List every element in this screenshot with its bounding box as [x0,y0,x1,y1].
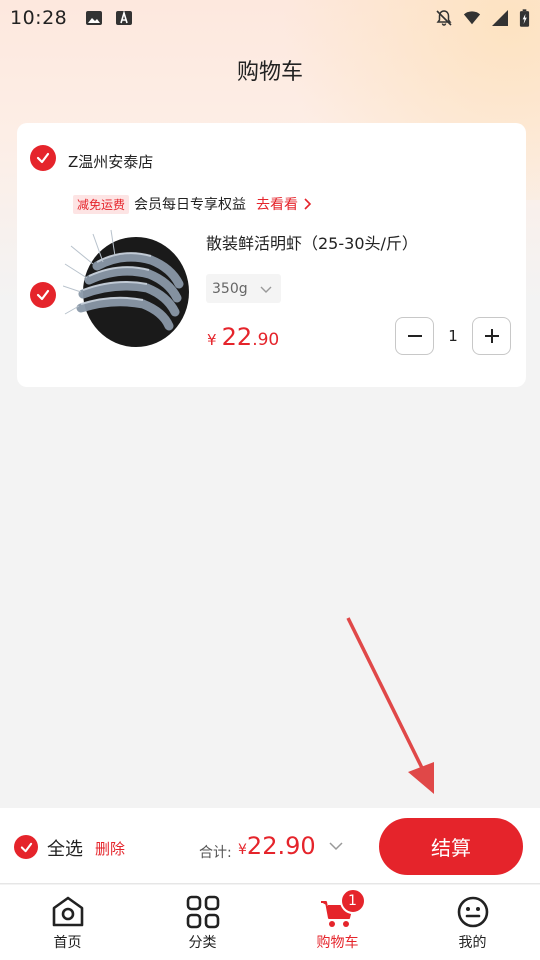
item-price: ¥ 22.90 [207,323,279,351]
checkmark-icon [20,842,32,852]
item-checkbox[interactable] [30,282,56,308]
tab-profile[interactable]: 我的 [405,885,540,960]
select-all-label[interactable]: 全选 [47,835,83,861]
status-bar: 10:28 [0,0,540,36]
price-decimal: .90 [252,330,280,350]
promo-badge: 减免运费 [73,194,130,214]
category-icon [186,895,219,929]
font-icon [116,10,133,25]
minus-icon [407,335,422,337]
spec-value: 350g [212,280,248,297]
price-integer: 22 [221,323,253,351]
cart-count-badge: 1 [339,888,366,914]
checkout-bar: 全选 删除 合计: ¥22.90 结算 [0,808,540,884]
quantity-decrease-button[interactable] [395,317,434,355]
tab-home[interactable]: 首页 [0,885,135,960]
tab-label: 分类 [188,935,217,951]
image-icon [86,11,103,25]
battery-icon [519,8,530,27]
store-name[interactable]: Z温州安泰店 [68,151,153,172]
quantity-value[interactable]: 1 [434,317,472,355]
cart-icon-wrapper: 1 [320,888,366,930]
item-title[interactable]: 散装鲜活明虾（25-30头/斤） [206,230,418,254]
signal-icon [492,10,508,26]
cart-store-card: Z温州安泰店 减免运费 会员每日专享权益 去看看 散装鲜活明虾（25-30头/斤… [17,123,526,387]
plus-icon [484,329,499,343]
total-currency: ¥ [238,842,247,858]
checkout-button[interactable]: 结算 [379,818,523,875]
tab-cart[interactable]: 1 购物车 [270,885,405,960]
shrimp-image[interactable] [63,226,191,350]
price-currency: ¥ [207,331,217,349]
status-time: 10:28 [10,7,68,29]
checkmark-icon [36,152,50,164]
chevron-down-icon[interactable] [328,840,344,852]
promo-link[interactable]: 去看看 [256,194,313,214]
promo-row[interactable]: 减免运费 会员每日专享权益 去看看 [73,194,313,214]
page-title: 购物车 [236,60,303,85]
checkmark-icon [36,289,50,301]
chevron-right-icon [304,198,312,210]
spec-select[interactable]: 350g [206,274,281,303]
bottom-tab-bar: 首页 分类 1 购物车 我的 [0,885,540,960]
bell-off-icon [436,10,452,26]
promo-link-label: 去看看 [256,197,299,213]
tab-label: 首页 [53,935,82,951]
annotation-arrow-icon [346,617,434,794]
tab-label: 我的 [458,935,487,951]
promo-text: 会员每日专享权益 [134,197,247,213]
tab-category[interactable]: 分类 [135,885,270,960]
delete-button[interactable]: 删除 [95,838,125,859]
chevron-down-icon [260,286,272,293]
tab-label: 购物车 [316,935,359,951]
total-label: 合计: [199,845,232,861]
quantity-increase-button[interactable] [472,317,511,355]
select-all-checkbox[interactable] [14,835,38,859]
total-amount: ¥22.90 [238,832,316,860]
home-icon [52,896,83,927]
profile-icon [457,896,488,928]
store-checkbox[interactable] [30,145,56,171]
total-value: 22.90 [246,832,316,860]
wifi-icon [463,11,481,25]
